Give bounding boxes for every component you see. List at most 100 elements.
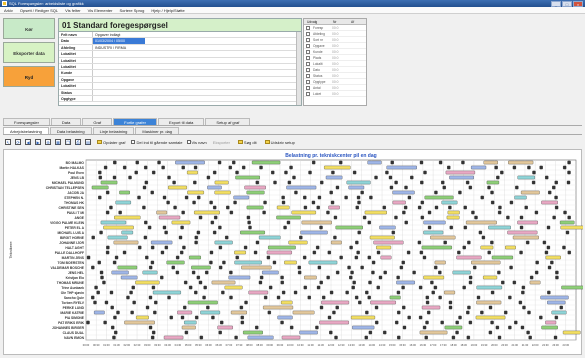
- x-tick-label: 05:30: [195, 343, 202, 347]
- timeline-event: [404, 220, 408, 225]
- minimize-button[interactable]: _: [551, 0, 561, 7]
- tab-sub-3[interactable]: Maskiner pr. dag: [135, 127, 179, 134]
- checkbox-icon[interactable]: [306, 61, 310, 66]
- form-row-value[interactable]: 01/03/2004 / 05/00: [93, 38, 145, 44]
- timeline-event: [206, 175, 211, 180]
- x-tick-label: 22:30: [542, 343, 549, 347]
- maximize-button[interactable]: □: [562, 0, 572, 7]
- tab-main-2[interactable]: Graf: [82, 118, 113, 125]
- menu-item-file[interactable]: Arkiv: [4, 7, 13, 13]
- timeline-event: [244, 300, 248, 305]
- timeline-event: [555, 275, 559, 280]
- timeline-event: [329, 330, 333, 335]
- show-name-checkbox[interactable]: Vis navn: [186, 140, 207, 145]
- selection-row[interactable]: Loket 00:0: [304, 91, 366, 97]
- checkbox-icon[interactable]: [306, 31, 310, 36]
- timeline-event: [497, 335, 502, 340]
- save-icon[interactable]: ▤: [85, 139, 91, 145]
- checkbox-icon[interactable]: [306, 55, 310, 60]
- cursor-icon[interactable]: ↖: [5, 139, 11, 145]
- form-row-value[interactable]: [93, 90, 301, 95]
- refresh-icon[interactable]: ⟳: [15, 139, 21, 145]
- timeline-event: [209, 260, 213, 265]
- timeline-event: [153, 310, 157, 315]
- timeline-event: [212, 230, 217, 235]
- close-button[interactable]: ×: [573, 0, 583, 7]
- timeline-event: [99, 270, 104, 275]
- checkbox-icon[interactable]: [306, 73, 310, 78]
- form-row-value[interactable]: INDUSTRI / FIRMA: [93, 45, 301, 50]
- export-data-button[interactable]: Eksporter data: [3, 42, 55, 63]
- timeline-event: [434, 205, 439, 210]
- search-button[interactable]: Søg dit: [236, 140, 259, 145]
- menu-item-setup[interactable]: Opsett / Rediger SQL: [20, 7, 58, 13]
- timeline-event: [242, 330, 263, 335]
- update-graph-button[interactable]: Opdater graf: [95, 140, 127, 145]
- form-row-value[interactable]: [93, 70, 301, 75]
- tab-sub-0[interactable]: Arbejdsbelastning: [3, 127, 49, 134]
- menu-item-language[interactable]: Sortere Sprog: [119, 7, 144, 13]
- timeline-event: [114, 255, 119, 260]
- tab-main-3[interactable]: Fortle grafer: [113, 118, 157, 125]
- print-setup-button[interactable]: Udskriv setup: [263, 140, 297, 145]
- back-icon[interactable]: ◀: [25, 139, 31, 145]
- timeline-event: [490, 190, 494, 195]
- form-row-value[interactable]: [93, 51, 301, 56]
- selection-header-name: Udvalg: [307, 20, 318, 24]
- export-button[interactable]: Eksporter: [211, 140, 232, 145]
- checkbox-icon[interactable]: [306, 85, 310, 90]
- forward-icon[interactable]: ▶: [35, 139, 41, 145]
- split-checkbox[interactable]: Del ind til gående samtale: [131, 140, 183, 145]
- timeline-event: [129, 290, 133, 295]
- timeline-event: [329, 290, 334, 295]
- checkbox-icon[interactable]: [306, 49, 310, 54]
- timeline-event: [334, 335, 338, 340]
- timeline-event: [184, 195, 189, 200]
- timeline-event: [143, 235, 148, 240]
- run-button[interactable]: Kør: [3, 18, 55, 39]
- chart-icon[interactable]: ▦: [55, 139, 61, 145]
- timeline-event: [247, 335, 274, 340]
- menu-item-fields[interactable]: Vis felter: [65, 7, 81, 13]
- tab-sub-2[interactable]: Linje belastning: [92, 127, 135, 134]
- copy-icon[interactable]: ❐: [65, 139, 71, 145]
- zoom-icon[interactable]: ⊕: [45, 139, 51, 145]
- timeline-event: [471, 210, 475, 215]
- timeline-event: [555, 270, 559, 275]
- timeline-event: [106, 245, 110, 250]
- checkbox-icon[interactable]: [306, 43, 310, 48]
- form-row-value[interactable]: [93, 83, 301, 88]
- clear-button[interactable]: Ryd: [3, 66, 55, 87]
- tab-sub-1[interactable]: Data belastning: [49, 127, 92, 134]
- print-icon[interactable]: ⎙: [75, 139, 81, 145]
- tab-main-5[interactable]: Setup af graf: [205, 118, 251, 125]
- tab-main-0[interactable]: Forespørgsler: [3, 118, 50, 125]
- timeline-event: [376, 285, 380, 290]
- timeline-event: [349, 275, 353, 280]
- row-label: BIRGIT HORNE: [60, 236, 85, 240]
- checkbox-icon[interactable]: [306, 79, 310, 84]
- form-row-value[interactable]: [93, 77, 301, 82]
- timeline-event: [497, 210, 502, 215]
- form-row-label: Afdeling: [59, 44, 93, 51]
- form-row-value[interactable]: [93, 64, 301, 69]
- timeline-event: [542, 240, 547, 245]
- timeline-event: [289, 325, 294, 330]
- menu-item-help[interactable]: Hjelp / Hjelp/Støtte: [151, 7, 184, 13]
- timeline-event: [562, 165, 567, 170]
- form-row-value[interactable]: [93, 58, 301, 63]
- form-row-value[interactable]: Opgaver indlagt: [93, 32, 301, 37]
- checkbox-icon[interactable]: [306, 37, 310, 42]
- form-row-value[interactable]: [93, 96, 301, 101]
- checkbox-icon[interactable]: [306, 91, 310, 96]
- checkbox-icon[interactable]: [306, 67, 310, 72]
- timeline-event: [280, 280, 284, 285]
- tab-main-1[interactable]: Data: [50, 118, 82, 125]
- checkbox-icon[interactable]: [306, 25, 310, 30]
- form-scrollbar[interactable]: [296, 32, 301, 105]
- menu-item-elements[interactable]: Vis Elementer: [88, 7, 113, 13]
- tab-main-4[interactable]: Export til data: [157, 118, 205, 125]
- row-label: Kristjan Elo: [66, 276, 84, 280]
- x-tick-label: 21:00: [512, 343, 519, 347]
- timeline-event: [214, 240, 233, 245]
